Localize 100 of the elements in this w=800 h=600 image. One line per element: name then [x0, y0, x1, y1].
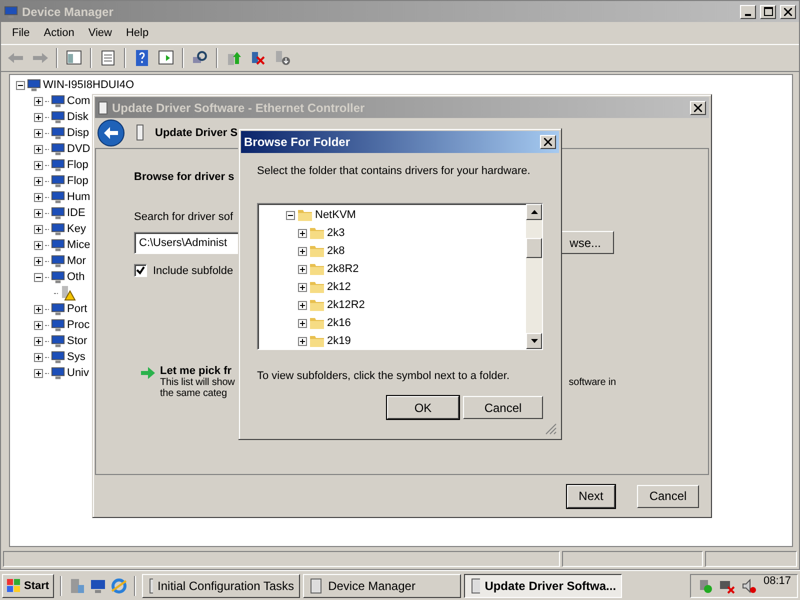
up-arrow-icon[interactable]: [530, 210, 538, 214]
dialog-heading: Update Driver S: [155, 127, 238, 139]
tree-item[interactable]: 2k3: [327, 227, 345, 239]
tree-item[interactable]: Univ: [67, 367, 90, 379]
tree-item[interactable]: Mice: [67, 239, 90, 251]
expand-icon[interactable]: [34, 112, 43, 122]
expand-icon[interactable]: [34, 336, 43, 346]
tree-item[interactable]: Com: [67, 95, 90, 107]
expand-icon[interactable]: [298, 264, 307, 274]
section-heading: Browse for driver s: [134, 171, 234, 183]
expand-icon[interactable]: [298, 246, 307, 256]
expand-icon[interactable]: [34, 352, 43, 362]
expand-icon[interactable]: [34, 96, 43, 106]
taskbar-button[interactable]: Initial Configuration Tasks: [142, 574, 300, 598]
expand-icon[interactable]: [298, 300, 307, 310]
expand-icon[interactable]: [34, 368, 43, 378]
expand-icon[interactable]: [34, 192, 43, 202]
expand-icon[interactable]: [298, 318, 307, 328]
tree-item[interactable]: Mor: [67, 255, 86, 267]
tree-item[interactable]: Sys: [67, 351, 86, 363]
expand-icon[interactable]: [34, 256, 43, 266]
monitor-icon: [51, 174, 65, 188]
close-button[interactable]: [690, 100, 706, 114]
menu-item[interactable]: View: [81, 25, 119, 41]
menu-item[interactable]: Action: [36, 25, 82, 41]
down-arrow-icon[interactable]: [530, 338, 538, 343]
maximize-button[interactable]: [760, 4, 776, 18]
app-icon: [309, 578, 324, 594]
tree-item[interactable]: DVD: [67, 143, 90, 155]
collapse-icon[interactable]: [34, 272, 43, 282]
browser-icon[interactable]: [110, 576, 128, 594]
menu-item[interactable]: Help: [118, 25, 156, 41]
minimize-button[interactable]: [740, 4, 756, 18]
tree-item[interactable]: Flop: [67, 175, 88, 187]
scrollbar[interactable]: [526, 204, 542, 349]
tree-item[interactable]: Oth: [67, 271, 85, 283]
monitor-icon: [51, 238, 65, 252]
tree-item[interactable]: Disp: [67, 127, 90, 139]
tree-item[interactable]: 2k12: [327, 281, 351, 293]
description-text: This list will show: [160, 377, 235, 388]
close-button[interactable]: [780, 4, 796, 18]
ok-button[interactable]: OK: [387, 396, 459, 419]
include-subfolders-checkbox[interactable]: Include subfolde: [134, 264, 234, 277]
tree-item[interactable]: Disk: [67, 111, 88, 123]
monitor-icon: [51, 222, 65, 236]
start-button[interactable]: Start: [2, 574, 54, 598]
tree-item[interactable]: Key: [67, 223, 86, 235]
scrollbar-thumb[interactable]: [526, 238, 542, 258]
tree-item[interactable]: NetKVM: [315, 209, 356, 221]
tree-item[interactable]: WIN-I95I8HDUI4O: [43, 79, 134, 91]
speaker-icon[interactable]: [741, 578, 758, 594]
expand-icon[interactable]: [34, 128, 43, 138]
tree-item[interactable]: Stor: [67, 335, 88, 347]
cancel-button[interactable]: Cancel: [637, 484, 699, 508]
monitor-icon: [51, 190, 65, 204]
resize-grip-icon[interactable]: [545, 423, 557, 435]
cancel-button[interactable]: Cancel: [463, 396, 543, 419]
folder-icon: [297, 207, 313, 223]
expand-icon[interactable]: [298, 228, 307, 238]
expand-icon[interactable]: [34, 176, 43, 186]
close-button[interactable]: [540, 135, 556, 149]
monitor-icon: [51, 318, 65, 332]
tree-item[interactable]: Proc: [67, 319, 90, 331]
tree-item[interactable]: 2k19: [327, 335, 351, 347]
monitor-icon: [51, 206, 65, 220]
folder-icon: [309, 243, 325, 259]
expand-icon[interactable]: [34, 320, 43, 330]
tree-item[interactable]: Hum: [67, 191, 90, 203]
close-icon: [544, 138, 552, 146]
pick-link[interactable]: Let me pick fr: [160, 365, 232, 377]
tree-item[interactable]: Flop: [67, 159, 88, 171]
warning-icon[interactable]: [60, 285, 76, 301]
tree-item[interactable]: IDE: [67, 207, 86, 219]
expand-icon[interactable]: [34, 144, 43, 154]
expand-icon[interactable]: [298, 282, 307, 292]
expand-icon[interactable]: [34, 304, 43, 314]
tree-item[interactable]: 2k12R2: [327, 299, 365, 311]
tree-item[interactable]: Port: [67, 303, 88, 315]
close-icon: [694, 104, 702, 112]
menu-item[interactable]: File: [5, 25, 37, 41]
expand-icon[interactable]: [34, 240, 43, 250]
expand-icon[interactable]: [34, 208, 43, 218]
collapse-icon[interactable]: [16, 80, 25, 90]
folder-icon: [309, 225, 325, 241]
tree-item[interactable]: 2k8: [327, 245, 345, 257]
tree-item[interactable]: 2k16: [327, 317, 351, 329]
folder-icon: [309, 297, 325, 313]
next-button[interactable]: Next: [567, 484, 615, 508]
tree-item[interactable]: 2k8R2: [327, 263, 359, 275]
expand-icon[interactable]: [298, 336, 307, 346]
search-label: Search for driver sof: [134, 211, 234, 223]
prompt-text: Select the folder that contains drivers for your hardware.: [257, 165, 530, 177]
taskbar-button[interactable]: Update Driver Softwa...: [464, 574, 622, 598]
back-button[interactable]: [97, 119, 125, 147]
expand-icon[interactable]: [34, 160, 43, 170]
monitor-icon: [51, 94, 65, 108]
device-icon: [98, 100, 108, 114]
expand-icon[interactable]: [34, 224, 43, 234]
collapse-icon[interactable]: [286, 210, 295, 220]
taskbar-button[interactable]: Device Manager: [303, 574, 462, 598]
